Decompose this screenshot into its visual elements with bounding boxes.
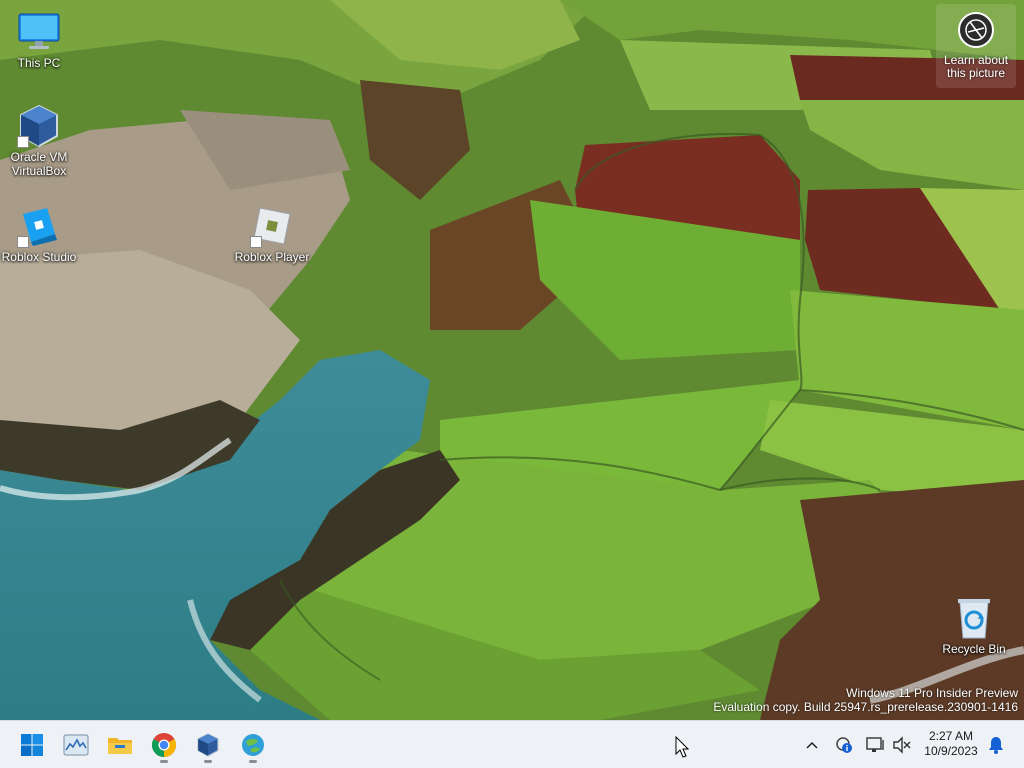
roblox-studio-icon	[17, 204, 61, 248]
tray-windows-update[interactable]	[832, 733, 856, 757]
mouse-cursor-icon	[675, 736, 689, 758]
chrome-button[interactable]	[146, 727, 182, 763]
shortcut-arrow-icon	[17, 236, 29, 248]
running-indicator	[204, 760, 212, 763]
clock-time: 2:27 AM	[928, 729, 974, 743]
taskbar: 2:27 AM 10/9/2023	[0, 720, 1024, 768]
start-button[interactable]	[14, 727, 50, 763]
update-info-icon	[836, 737, 852, 753]
windows-watermark: Windows 11 Pro Insider Preview Evaluatio…	[713, 686, 1018, 714]
desktop-icon-label: Oracle VM VirtualBox	[10, 150, 68, 178]
desktop: This PC Oracle VM VirtualBox Roblox Stud…	[0, 0, 1024, 720]
tray-volume[interactable]	[890, 733, 914, 757]
watermark-edition: Windows 11 Pro Insider Preview	[846, 686, 1018, 700]
show-hidden-icons-button[interactable]	[800, 733, 824, 757]
file-explorer-button[interactable]	[102, 727, 138, 763]
roblox-studio-icon	[242, 734, 264, 756]
virtualbox-icon	[17, 104, 61, 148]
desktop-icon-roblox-player[interactable]: Roblox Player	[234, 204, 310, 264]
shortcut-arrow-icon	[17, 136, 29, 148]
chrome-icon	[151, 733, 177, 757]
desktop-icon-label: Roblox Player	[234, 250, 310, 264]
desktop-icon-label: This PC	[17, 56, 61, 70]
monitor-icon	[17, 10, 61, 54]
taskbar-clock[interactable]: 2:27 AM 10/9/2023	[916, 729, 986, 759]
file-explorer-icon	[108, 738, 132, 754]
virtualbox-taskbar-button[interactable]	[190, 727, 226, 763]
camera-aperture-icon	[956, 10, 996, 50]
desktop-icon-this-pc[interactable]: This PC	[1, 10, 77, 70]
task-manager-button[interactable]	[58, 727, 94, 763]
virtualbox-icon	[197, 733, 219, 757]
learn-about-picture-button[interactable]: Learn about this picture	[936, 4, 1016, 88]
desktop-icon-recycle-bin[interactable]: Recycle Bin	[936, 596, 1012, 656]
network-monitor-icon	[866, 737, 884, 752]
wallpaper-image	[0, 0, 1024, 720]
recycle-bin-icon	[952, 596, 996, 640]
start-icon	[21, 734, 43, 756]
roblox-player-icon	[250, 204, 294, 248]
shortcut-arrow-icon	[250, 236, 262, 248]
volume-muted-icon	[893, 736, 911, 754]
roblox-studio-taskbar-button[interactable]	[235, 727, 271, 763]
notification-center-button[interactable]	[984, 733, 1008, 757]
clock-date: 10/9/2023	[924, 744, 978, 758]
desktop-icon-roblox-studio[interactable]: Roblox Studio	[1, 204, 77, 264]
task-manager-icon	[63, 734, 89, 756]
desktop-icon-label: Recycle Bin	[942, 642, 1006, 656]
chevron-up-icon	[806, 741, 818, 749]
tray-network[interactable]	[864, 733, 888, 757]
desktop-icon-virtualbox[interactable]: Oracle VM VirtualBox	[1, 104, 77, 178]
running-indicator	[160, 760, 168, 763]
desktop-icon-label: Roblox Studio	[1, 250, 77, 264]
running-indicator	[249, 760, 257, 763]
watermark-build: Evaluation copy. Build 25947.rs_prerelea…	[713, 700, 1018, 714]
learn-about-label: Learn about this picture	[943, 53, 1009, 80]
bell-icon	[989, 737, 1003, 754]
